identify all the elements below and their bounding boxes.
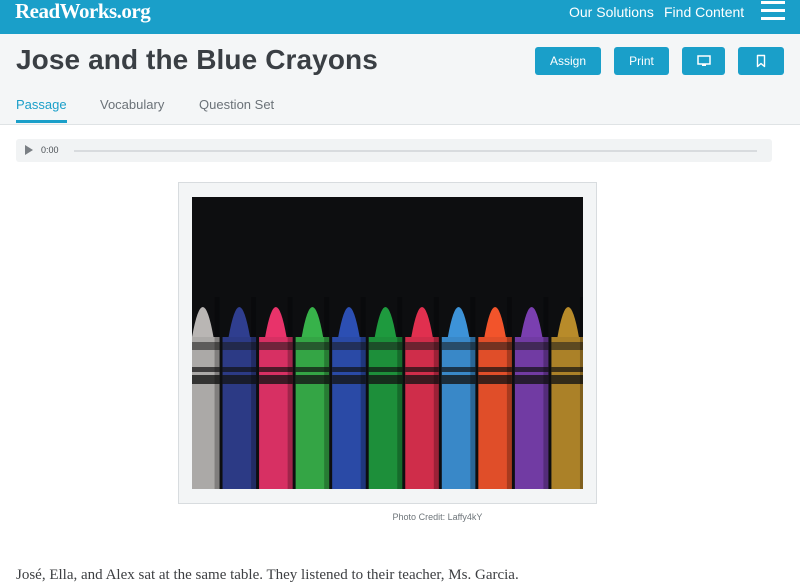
hamburger-menu-icon[interactable] (761, 1, 785, 21)
bookmark-icon (756, 54, 766, 68)
top-nav-bar: ReadWorks.org Our Solutions Find Content (0, 0, 800, 34)
tab-passage[interactable]: Passage (16, 97, 67, 113)
tab-question-set[interactable]: Question Set (199, 97, 274, 113)
nav-our-solutions-link[interactable]: Our Solutions (569, 4, 654, 20)
active-tab-indicator (16, 120, 67, 123)
crayons-photo (192, 197, 583, 489)
tab-vocabulary[interactable]: Vocabulary (100, 97, 164, 113)
print-button[interactable]: Print (614, 47, 669, 75)
passage-text: José, Ella, and Alex sat at the same tab… (16, 567, 519, 583)
photo-credit: Photo Credit: Laffy4kY (392, 512, 483, 522)
audio-progress-track[interactable] (74, 150, 757, 152)
readworks-logo[interactable]: ReadWorks.org (15, 0, 151, 22)
bookmark-button[interactable] (738, 47, 784, 75)
crayon (192, 297, 220, 489)
nav-find-content-link[interactable]: Find Content (664, 4, 744, 20)
present-button[interactable] (682, 47, 725, 75)
monitor-icon (696, 55, 711, 66)
assign-button[interactable]: Assign (535, 47, 601, 75)
passage-image-frame (178, 182, 597, 504)
article-title: Jose and the Blue Crayons (16, 44, 378, 75)
audio-time: 0:00 (41, 145, 59, 155)
audio-player: 0:00 (16, 139, 772, 162)
article-header: Jose and the Blue Crayons Assign Print P… (0, 34, 800, 125)
play-icon[interactable] (25, 145, 33, 155)
